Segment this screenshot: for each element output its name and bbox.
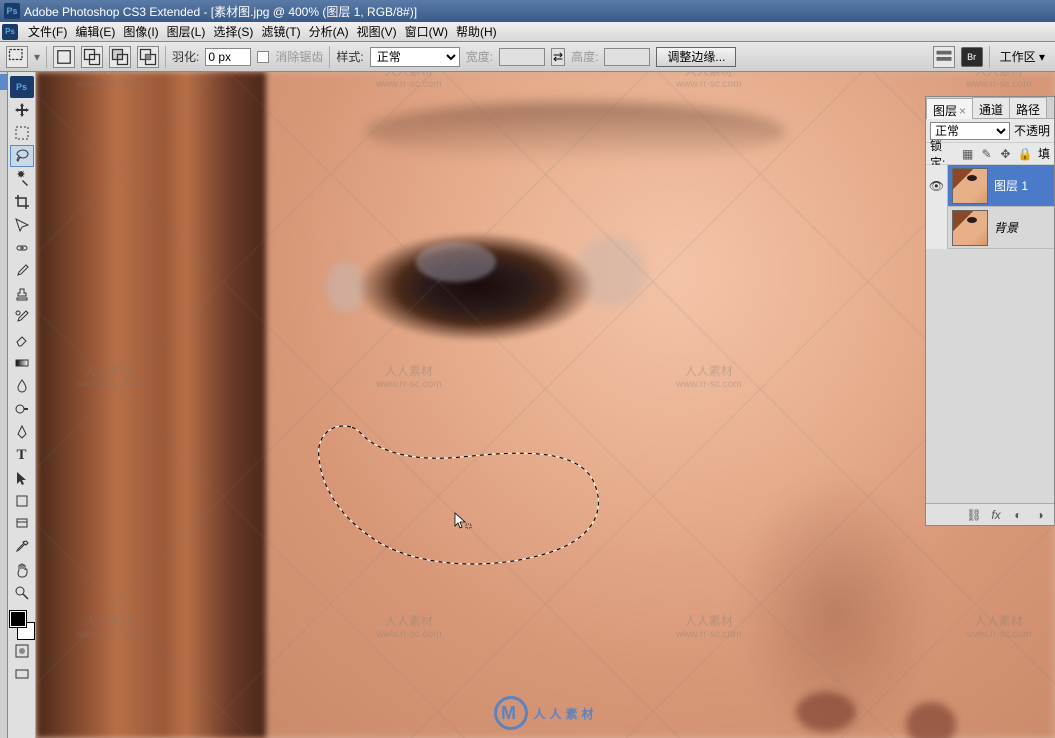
lock-position-icon[interactable]: ✥ bbox=[999, 147, 1012, 161]
new-selection-icon[interactable] bbox=[53, 46, 75, 68]
panel-toggle-icon[interactable] bbox=[933, 46, 955, 68]
width-input[interactable] bbox=[499, 48, 545, 66]
menu-help[interactable]: 帮助(H) bbox=[452, 21, 501, 42]
zoom-tool[interactable] bbox=[10, 582, 34, 604]
menu-file[interactable]: 文件(F) bbox=[24, 21, 71, 42]
feather-input[interactable] bbox=[205, 48, 251, 66]
layer-thumbnail[interactable] bbox=[952, 210, 988, 246]
height-label: 高度: bbox=[571, 48, 598, 65]
move-tool[interactable] bbox=[10, 99, 34, 121]
lasso-tool[interactable] bbox=[10, 145, 34, 167]
layer-row[interactable]: 背景 bbox=[926, 207, 1054, 249]
panel-tabs: 图层× 通道 路径 bbox=[926, 97, 1054, 119]
shape-tool[interactable] bbox=[10, 490, 34, 512]
height-input[interactable] bbox=[604, 48, 650, 66]
add-selection-icon[interactable] bbox=[81, 46, 103, 68]
lasso-selection-marquee bbox=[311, 417, 611, 572]
menu-view[interactable]: 视图(V) bbox=[353, 21, 401, 42]
menu-bar: Ps 文件(F) 编辑(E) 图像(I) 图层(L) 选择(S) 滤镜(T) 分… bbox=[0, 22, 1055, 42]
panel-footer: ⛓ fx ◐ ◑ bbox=[926, 503, 1054, 525]
menu-image[interactable]: 图像(I) bbox=[119, 21, 162, 42]
menu-filter[interactable]: 滤镜(T) bbox=[257, 21, 304, 42]
tab-layers[interactable]: 图层× bbox=[926, 98, 973, 119]
ps-icon[interactable]: Ps bbox=[10, 76, 34, 98]
bridge-icon[interactable]: Br bbox=[961, 47, 983, 67]
doc-icon[interactable]: Ps bbox=[2, 24, 18, 40]
menu-analysis[interactable]: 分析(A) bbox=[305, 21, 353, 42]
layer-mask-icon[interactable]: ◐ bbox=[1010, 507, 1026, 523]
visibility-toggle-icon[interactable]: 👁 bbox=[926, 165, 948, 207]
style-label: 样式: bbox=[336, 48, 363, 65]
swap-wh-icon[interactable]: ⇄ bbox=[551, 48, 565, 66]
layer-name[interactable]: 图层 1 bbox=[992, 177, 1054, 194]
canvas[interactable]: 人人素材www.rr-sc.com 人人素材www.rr-sc.com 人人素材… bbox=[36, 72, 1055, 738]
heal-tool[interactable] bbox=[10, 237, 34, 259]
foreground-color-swatch[interactable] bbox=[10, 611, 26, 627]
layer-row[interactable]: 👁 图层 1 bbox=[926, 165, 1054, 207]
path-select-tool[interactable] bbox=[10, 467, 34, 489]
lock-transparency-icon[interactable]: ▦ bbox=[961, 147, 974, 161]
link-layers-icon[interactable]: ⛓ bbox=[966, 507, 982, 523]
tab-channels[interactable]: 通道 bbox=[972, 97, 1010, 118]
layer-thumbnail[interactable] bbox=[952, 168, 988, 204]
gradient-tool[interactable] bbox=[10, 352, 34, 374]
screenmode-tool[interactable] bbox=[10, 663, 34, 685]
visibility-toggle-icon[interactable] bbox=[926, 207, 948, 249]
blur-tool[interactable] bbox=[10, 375, 34, 397]
color-swatches[interactable] bbox=[10, 611, 34, 639]
fill-label: 填 bbox=[1038, 145, 1050, 162]
menu-window[interactable]: 窗口(W) bbox=[401, 21, 452, 42]
layers-list: 👁 图层 1 背景 bbox=[926, 165, 1054, 503]
title-bar: Ps Adobe Photoshop CS3 Extended - [素材图.j… bbox=[0, 0, 1055, 22]
stamp-tool[interactable] bbox=[10, 283, 34, 305]
style-select[interactable]: 正常 bbox=[370, 47, 460, 67]
layers-panel: 图层× 通道 路径 正常 不透明 锁定: ▦ ✎ ✥ 🔒 填 👁 图层 1 背景… bbox=[925, 96, 1055, 526]
wand-tool[interactable] bbox=[10, 168, 34, 190]
crop-tool[interactable] bbox=[10, 191, 34, 213]
dropdown-arrow-icon[interactable]: ▾ bbox=[34, 50, 40, 64]
adjustment-layer-icon[interactable]: ◑ bbox=[1032, 507, 1048, 523]
marquee-tool[interactable] bbox=[10, 122, 34, 144]
window-title: Adobe Photoshop CS3 Extended - [素材图.jpg … bbox=[24, 3, 417, 20]
menu-layer[interactable]: 图层(L) bbox=[163, 21, 210, 42]
dodge-tool[interactable] bbox=[10, 398, 34, 420]
eraser-tool[interactable] bbox=[10, 329, 34, 351]
history-brush-tool[interactable] bbox=[10, 306, 34, 328]
tool-preset-icon[interactable] bbox=[6, 46, 28, 68]
lock-pixels-icon[interactable]: ✎ bbox=[980, 147, 993, 161]
toolbox-tab-strip[interactable] bbox=[0, 72, 8, 738]
tab-paths[interactable]: 路径 bbox=[1009, 97, 1047, 118]
notes-tool[interactable] bbox=[10, 513, 34, 535]
slice-tool[interactable] bbox=[10, 214, 34, 236]
type-tool[interactable]: T bbox=[10, 444, 34, 466]
antialias-checkbox[interactable] bbox=[257, 51, 269, 63]
quickmask-tool[interactable] bbox=[10, 640, 34, 662]
menu-edit[interactable]: 编辑(E) bbox=[71, 21, 119, 42]
width-label: 宽度: bbox=[466, 48, 493, 65]
antialias-label: 消除锯齿 bbox=[275, 48, 323, 65]
toolbox: Ps T bbox=[8, 72, 36, 738]
lock-all-icon[interactable]: 🔒 bbox=[1018, 147, 1032, 161]
layer-style-icon[interactable]: fx bbox=[988, 507, 1004, 523]
subtract-selection-icon[interactable] bbox=[109, 46, 131, 68]
menu-select[interactable]: 选择(S) bbox=[209, 21, 257, 42]
refine-edge-button[interactable]: 调整边缘... bbox=[656, 47, 736, 67]
feather-label: 羽化: bbox=[172, 48, 199, 65]
options-bar: ▾ 羽化: 消除锯齿 样式: 正常 宽度: ⇄ 高度: 调整边缘... Br 工… bbox=[0, 42, 1055, 72]
layer-name[interactable]: 背景 bbox=[992, 219, 1054, 236]
workspace-label[interactable]: 工作区 ▾ bbox=[996, 48, 1049, 65]
pen-tool[interactable] bbox=[10, 421, 34, 443]
document-image bbox=[36, 72, 1055, 738]
hand-tool[interactable] bbox=[10, 559, 34, 581]
eyedropper-tool[interactable] bbox=[10, 536, 34, 558]
brush-tool[interactable] bbox=[10, 260, 34, 282]
opacity-label: 不透明 bbox=[1014, 122, 1050, 139]
app-logo-icon: Ps bbox=[4, 3, 20, 19]
intersect-selection-icon[interactable] bbox=[137, 46, 159, 68]
